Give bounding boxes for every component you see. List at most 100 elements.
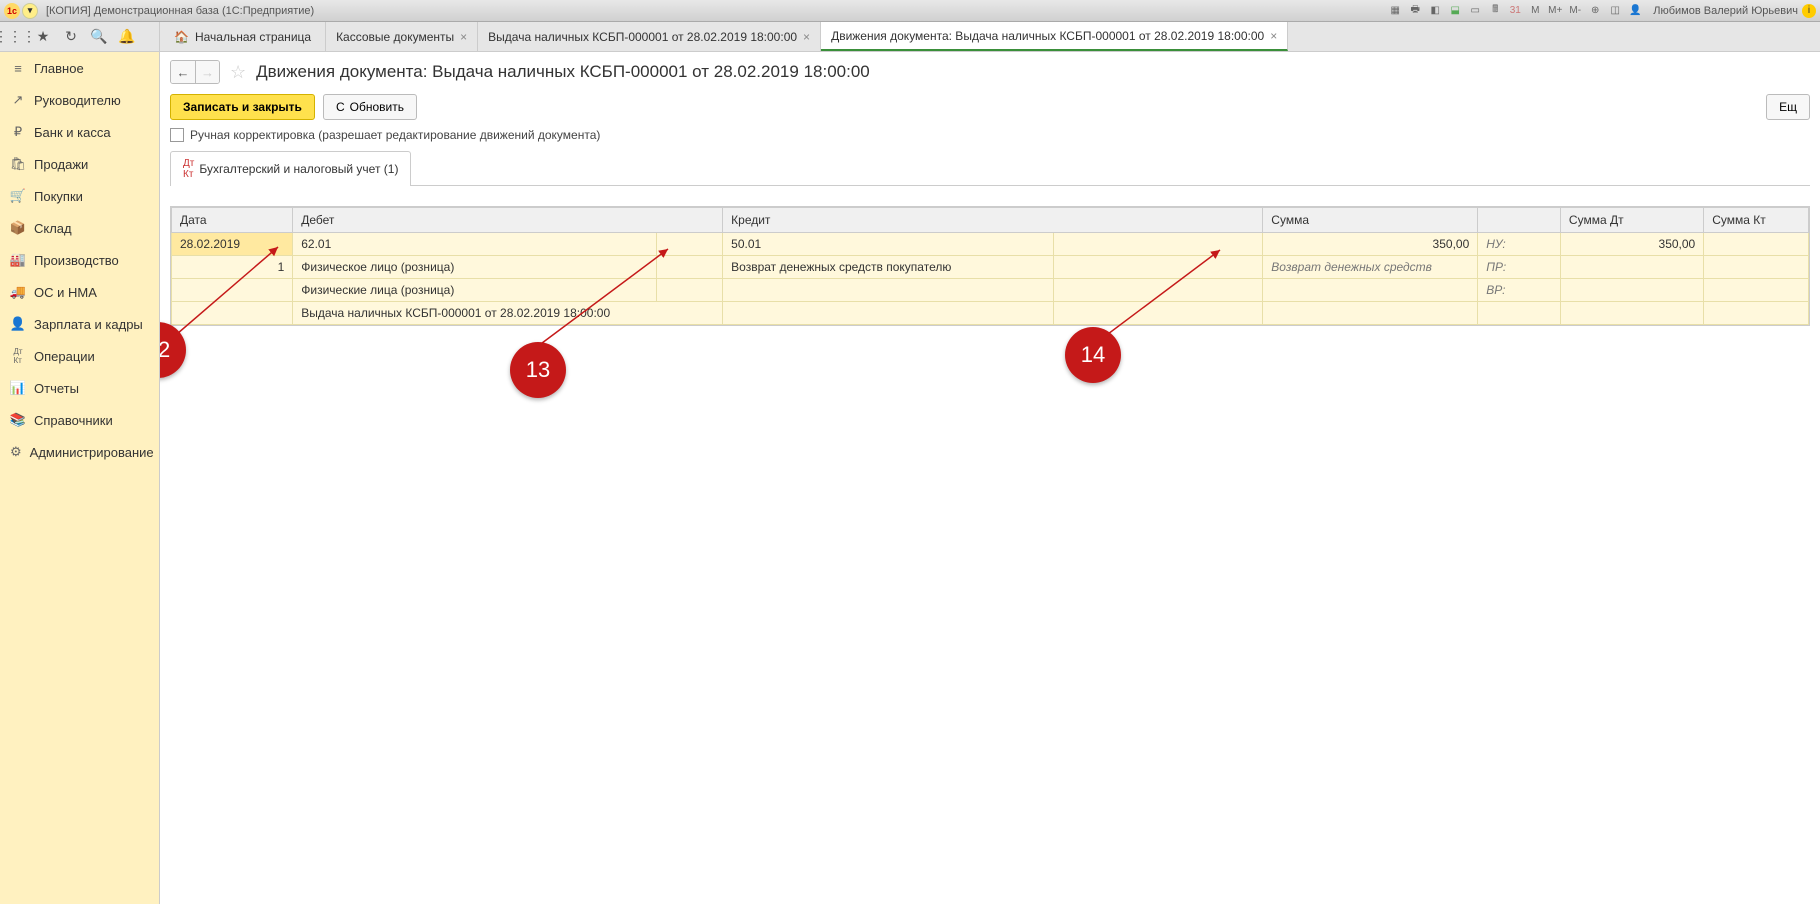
m-minus-button[interactable]: M- — [1567, 3, 1583, 19]
calculator-icon[interactable]: 🖩 — [1487, 3, 1503, 19]
user-icon: 👤 — [1627, 3, 1643, 19]
cell-date[interactable]: 28.02.2019 — [172, 233, 293, 256]
window-title: [КОПИЯ] Демонстрационная база (1С:Предпр… — [46, 5, 314, 17]
nav-directories[interactable]: 📚 Справочники — [0, 404, 159, 436]
manual-correction-checkbox[interactable] — [170, 128, 184, 142]
back-button[interactable]: ← — [171, 61, 195, 83]
subtab-accounting[interactable]: ДтКт Бухгалтерский и налоговый учет (1) — [170, 151, 411, 186]
cell-pr-label: ПР: — [1478, 256, 1561, 279]
table-row[interactable]: Физические лица (розница) ВР: — [172, 279, 1809, 302]
col-date[interactable]: Дата — [172, 208, 293, 233]
nav-sales[interactable]: 🛍 Продажи — [0, 148, 159, 180]
nav-label: ОС и НМА — [34, 285, 97, 300]
col-debit[interactable]: Дебет — [293, 208, 723, 233]
zoom-icon[interactable]: ⊕ — [1587, 3, 1603, 19]
cell-debit-sub2[interactable]: Физические лица (розница) — [293, 279, 657, 302]
cell-debit-acc[interactable]: 62.01 — [293, 233, 657, 256]
nav-label: Производство — [34, 253, 119, 268]
cell-debit-sub3[interactable]: Выдача наличных КСБП-000001 от 28.02.201… — [293, 302, 723, 325]
annotation-13: 13 — [510, 342, 566, 398]
user-name[interactable]: Любимов Валерий Юрьевич — [1653, 5, 1798, 17]
annotation-14: 14 — [1065, 327, 1121, 383]
save-close-button[interactable]: Записать и закрыть — [170, 94, 315, 120]
close-icon[interactable]: × — [803, 30, 810, 44]
tab-cash-docs[interactable]: Кассовые документы × — [326, 22, 478, 51]
bell-icon[interactable]: 🔔 — [118, 28, 136, 46]
tab-label: Движения документа: Выдача наличных КСБП… — [831, 29, 1264, 43]
cell-nu-val[interactable]: 350,00 — [1560, 233, 1703, 256]
factory-icon: 🏭 — [10, 252, 26, 268]
nav-label: Отчеты — [34, 381, 79, 396]
person-icon: 👤 — [10, 316, 26, 332]
panels-icon[interactable]: ◫ — [1607, 3, 1623, 19]
history-icon[interactable]: ↻ — [62, 28, 80, 46]
tab-cash-issue[interactable]: Выдача наличных КСБП-000001 от 28.02.201… — [478, 22, 821, 51]
info-icon[interactable]: i — [1802, 4, 1816, 18]
nav-operations[interactable]: ДтКт Операции — [0, 340, 159, 372]
nav-warehouse[interactable]: 📦Склад — [0, 212, 159, 244]
nav-purchases[interactable]: 🛒Покупки — [0, 180, 159, 212]
dtkt-icon: ДтКт — [10, 348, 26, 364]
more-button[interactable]: Ещ — [1766, 94, 1810, 120]
cart-icon: 🛒 — [10, 188, 26, 204]
nav-bank[interactable]: ₽ Банк и касса — [0, 116, 159, 148]
nav-label: Руководителю — [34, 93, 121, 108]
nav-main[interactable]: ≡ Главное — [0, 52, 159, 84]
nav-admin[interactable]: ⚙Администрирование — [0, 436, 159, 468]
annotation-12: 12 — [160, 322, 186, 378]
barchart-icon: 📊 — [10, 380, 26, 396]
col-sum-dt[interactable]: Сумма Дт — [1560, 208, 1703, 233]
app-logo-icon: 1c — [4, 3, 20, 19]
nav-label: Операции — [34, 349, 95, 364]
print-icon[interactable]: 🖶 — [1407, 3, 1423, 19]
nav-label: Главное — [34, 61, 84, 76]
nav-label: Справочники — [34, 413, 113, 428]
nav-os-nma[interactable]: 🚚 ОС и НМА — [0, 276, 159, 308]
forward-button[interactable]: → — [195, 61, 219, 83]
dtkt-small-icon: ДтКт — [183, 158, 194, 180]
nav-production[interactable]: 🏭 Производство — [0, 244, 159, 276]
col-sum[interactable]: Сумма — [1263, 208, 1478, 233]
nav-buttons: ← → — [170, 60, 220, 84]
close-icon[interactable]: × — [460, 30, 467, 44]
nav-label: Склад — [34, 221, 72, 236]
books-icon: 📚 — [10, 412, 26, 428]
close-icon[interactable]: × — [1270, 29, 1277, 43]
tb-icon-5[interactable]: ▭ — [1467, 3, 1483, 19]
tb-icon-3[interactable]: ◧ — [1427, 3, 1443, 19]
nav-label: Продажи — [34, 157, 88, 172]
nav-salary[interactable]: 👤Зарплата и кадры — [0, 308, 159, 340]
tb-icon-1[interactable]: ▦ — [1387, 3, 1403, 19]
refresh-button[interactable]: С Обновить — [323, 94, 417, 120]
ruble-icon: ₽ — [10, 124, 26, 140]
cell-debit-sub1[interactable]: Физическое лицо (розница) — [293, 256, 657, 279]
apps-icon[interactable]: ⋮⋮⋮ — [6, 28, 24, 46]
col-sum-kt[interactable]: Сумма Кт — [1704, 208, 1809, 233]
nav-label: Банк и касса — [34, 125, 111, 140]
titlebar-right: ▦ 🖶 ◧ ⬓ ▭ 🖩 31 M M+ M- ⊕ ◫ 👤 Любимов Вал… — [1387, 3, 1816, 19]
calendar-icon[interactable]: 31 — [1507, 3, 1523, 19]
favorite-icon[interactable]: ☆ — [230, 62, 246, 83]
tb-icon-4[interactable]: ⬓ — [1447, 3, 1463, 19]
cell-sum[interactable]: 350,00 — [1263, 233, 1478, 256]
cell-credit-acc[interactable]: 50.01 — [723, 233, 1054, 256]
menu-icon: ≡ — [10, 60, 26, 76]
truck-icon: 🚚 — [10, 284, 26, 300]
tab-home[interactable]: 🏠 Начальная страница — [160, 22, 326, 51]
nav-manager[interactable]: ↗Руководителю — [0, 84, 159, 116]
col-credit[interactable]: Кредит — [723, 208, 1263, 233]
refresh-icon: С — [336, 100, 345, 114]
table-row[interactable]: Выдача наличных КСБП-000001 от 28.02.201… — [172, 302, 1809, 325]
nav-reports[interactable]: 📊 Отчеты — [0, 372, 159, 404]
cell-sum-desc: Возврат денежных средств — [1263, 256, 1478, 279]
star-icon[interactable]: ★ — [34, 28, 52, 46]
bag-icon: 🛍 — [10, 156, 26, 172]
table-row[interactable]: 1 Физическое лицо (розница) Возврат дене… — [172, 256, 1809, 279]
search-icon[interactable]: 🔍 — [90, 28, 108, 46]
dropdown-icon[interactable]: ▾ — [22, 3, 38, 19]
tab-doc-movements[interactable]: Движения документа: Выдача наличных КСБП… — [821, 22, 1288, 51]
table-row[interactable]: 28.02.2019 62.01 50.01 350,00 НУ: 350,00 — [172, 233, 1809, 256]
cell-credit-sub1[interactable]: Возврат денежных средств покупателю — [723, 256, 1054, 279]
m-button[interactable]: M — [1527, 3, 1543, 19]
m-plus-button[interactable]: M+ — [1547, 3, 1563, 19]
